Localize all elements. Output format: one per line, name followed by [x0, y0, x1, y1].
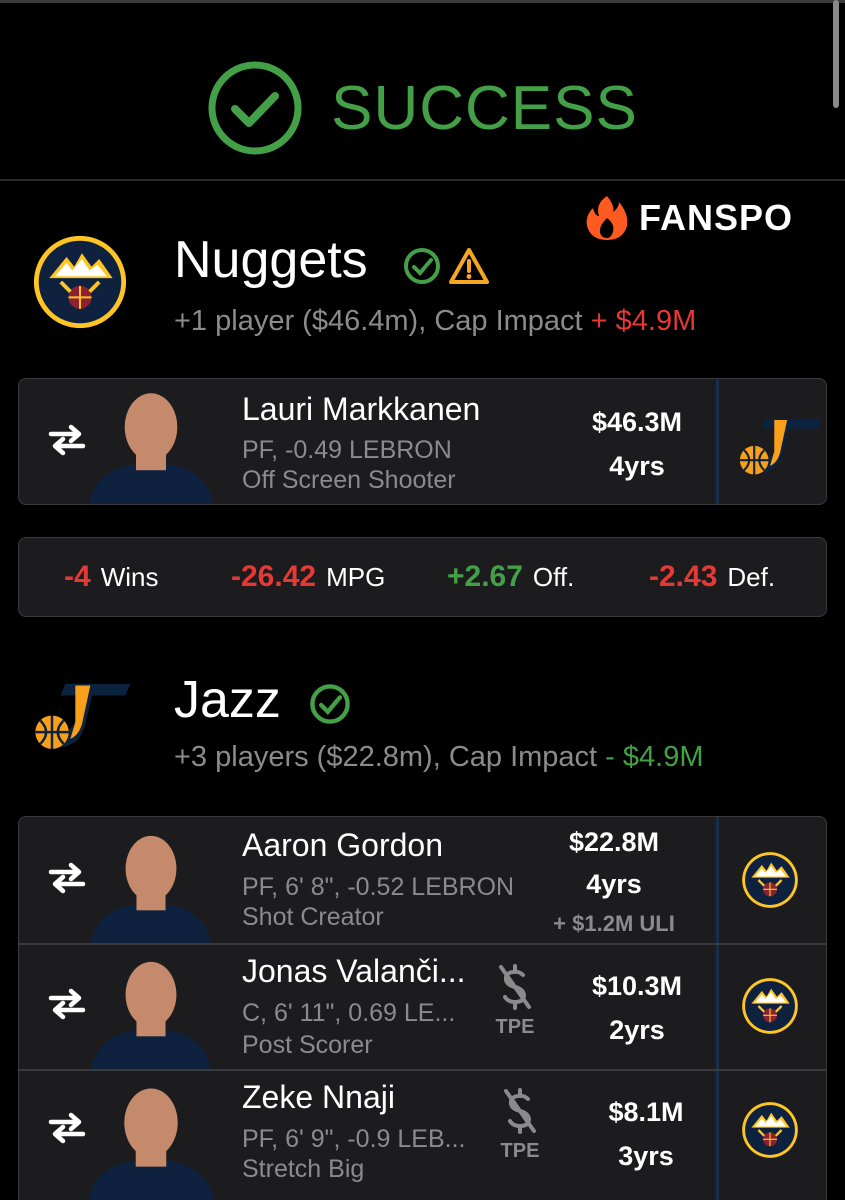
- player-salary: $22.8M: [568, 827, 660, 857]
- player-role: Shot Creator: [242, 903, 384, 931]
- cap-impact: - $4.9M: [605, 741, 704, 773]
- no-dollar-icon: [500, 1087, 540, 1135]
- top-border: [0, 0, 845, 3]
- player-headshot: [71, 1077, 231, 1200]
- cap-impact: + $4.9M: [590, 305, 697, 337]
- impact-stats: -4 Wins -26.42 MPG +2.67 Off. -2.43 Def.: [18, 537, 827, 617]
- player-role: Stretch Big: [242, 1155, 365, 1183]
- nuggets-logo: [32, 234, 128, 330]
- team-summary: +3 players ($22.8m), Cap Impact - $4.9M: [174, 741, 704, 773]
- row-separator: [716, 379, 719, 504]
- tpe-indicator: TPE: [485, 963, 545, 1039]
- player-row[interactable]: Lauri Markkanen PF, -0.49 LEBRON Off Scr…: [19, 379, 826, 504]
- player-position: PF, 6' 9", -0.9 LEB...: [242, 1125, 466, 1153]
- player-position: C, 6' 11", 0.69 LE...: [242, 999, 456, 1027]
- player-card-list: Lauri Markkanen PF, -0.49 LEBRON Off Scr…: [18, 378, 827, 505]
- nuggets-logo: [741, 1101, 799, 1159]
- player-name: Zeke Nnaji: [242, 1079, 395, 1115]
- check-circle-icon: [404, 248, 440, 284]
- tpe-label: TPE: [495, 1016, 535, 1038]
- player-card-list: Aaron Gordon PF, 6' 8", -0.52 LEBRON Sho…: [18, 816, 827, 1200]
- player-row[interactable]: Jonas Valanči... C, 6' 11", 0.69 LE... P…: [19, 943, 826, 1069]
- success-banner: SUCCESS: [0, 60, 845, 156]
- stat-mpg: -26.42 MPG: [231, 560, 386, 593]
- player-position: PF, -0.49 LEBRON: [242, 436, 452, 464]
- player-salary: $8.1M: [608, 1097, 684, 1127]
- uli-bonus: + $1.2M ULI: [553, 911, 675, 936]
- no-dollar-icon: [495, 963, 535, 1011]
- player-headshot: [71, 951, 231, 1069]
- nuggets-header: Nuggets +1 player ($46.4m), Cap Impact +…: [0, 228, 845, 338]
- player-row[interactable]: Aaron Gordon PF, 6' 8", -0.52 LEBRON Sho…: [19, 817, 826, 943]
- player-years: 4yrs: [609, 451, 665, 481]
- player-row[interactable]: Zeke Nnaji PF, 6' 9", -0.9 LEB... Stretc…: [19, 1069, 826, 1200]
- row-separator: [716, 945, 719, 1069]
- player-role: Off Screen Shooter: [242, 466, 456, 494]
- jazz-logo: [32, 680, 132, 756]
- stat-off: +2.67 Off.: [447, 560, 575, 593]
- player-position: PF, 6' 8", -0.52 LEBRON: [242, 873, 515, 901]
- team-name: Nuggets: [174, 231, 368, 289]
- player-years: 2yrs: [609, 1015, 665, 1045]
- team-name: Jazz: [174, 671, 281, 729]
- player-headshot: [71, 825, 231, 943]
- divider: [0, 179, 845, 181]
- player-years: 4yrs: [586, 869, 642, 899]
- player-headshot: [71, 382, 231, 504]
- nuggets-logo: [741, 977, 799, 1035]
- row-separator: [716, 817, 719, 943]
- jazz-header: Jazz +3 players ($22.8m), Cap Impact - $…: [0, 668, 845, 778]
- player-salary: $10.3M: [591, 971, 683, 1001]
- player-name: Lauri Markkanen: [242, 391, 481, 427]
- nuggets-logo: [741, 851, 799, 909]
- check-circle-icon: [208, 61, 302, 155]
- stat-wins: -4 Wins: [64, 560, 159, 593]
- warning-icon: [449, 248, 489, 284]
- player-name: Jonas Valanči...: [242, 953, 466, 989]
- team-summary: +1 player ($46.4m), Cap Impact + $4.9M: [174, 305, 697, 337]
- stat-def: -2.43 Def.: [649, 560, 776, 593]
- player-salary: $46.3M: [591, 407, 683, 437]
- player-name: Aaron Gordon: [242, 827, 444, 863]
- tpe-label: TPE: [500, 1140, 540, 1162]
- player-years: 3yrs: [618, 1141, 674, 1171]
- check-circle-icon: [310, 684, 350, 724]
- player-role: Post Scorer: [242, 1031, 373, 1059]
- tpe-indicator: TPE: [490, 1087, 550, 1163]
- success-title: SUCCESS: [331, 73, 638, 143]
- row-separator: [716, 1071, 719, 1200]
- jazz-logo: [737, 415, 823, 481]
